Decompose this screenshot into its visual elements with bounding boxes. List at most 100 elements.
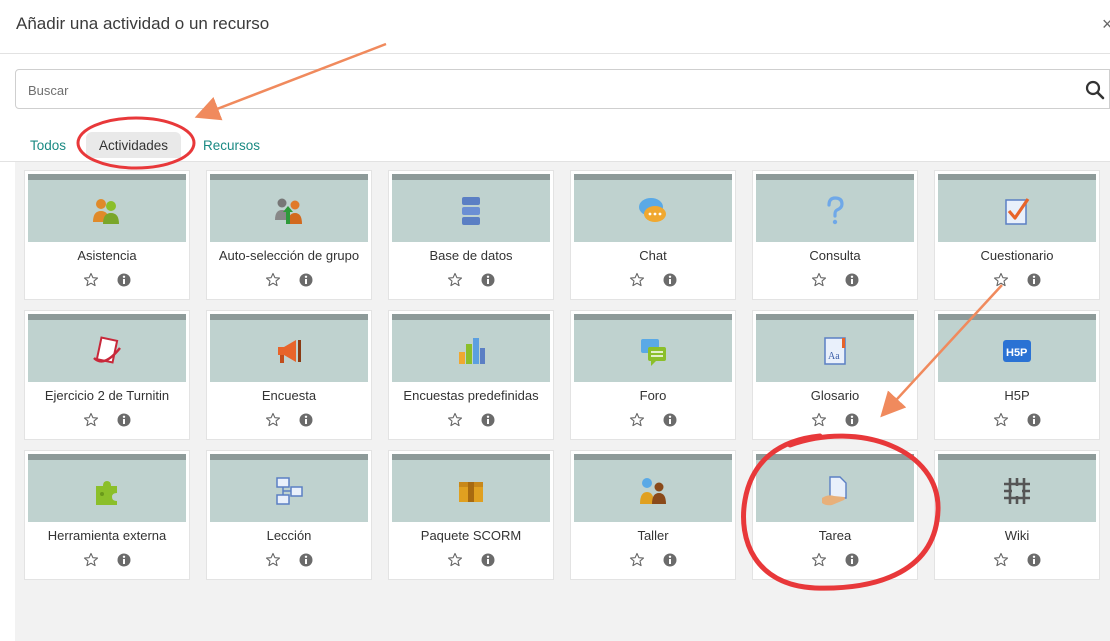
activity-card-paquete-scorm[interactable]: Paquete SCORM xyxy=(388,450,554,580)
card-header xyxy=(392,454,550,522)
star-icon[interactable] xyxy=(629,272,645,288)
close-icon[interactable]: × xyxy=(1102,14,1110,35)
activity-card-encuestas-predefinidas[interactable]: Encuestas predefinidas xyxy=(388,310,554,440)
info-icon[interactable] xyxy=(298,272,314,288)
info-icon[interactable] xyxy=(844,412,860,428)
card-label: Herramienta externa xyxy=(47,528,167,543)
activity-card-leccion[interactable]: Lección xyxy=(206,450,372,580)
card-header xyxy=(28,174,186,242)
search-input[interactable] xyxy=(26,78,1070,102)
dialog-header: Añadir una actividad o un recurso × xyxy=(0,0,1110,54)
card-label: Taller xyxy=(637,528,669,543)
star-icon[interactable] xyxy=(811,272,827,288)
star-icon[interactable] xyxy=(265,272,281,288)
activity-card-auto-seleccion-de-grupo[interactable]: Auto-selección de grupo xyxy=(206,170,372,300)
info-icon[interactable] xyxy=(298,412,314,428)
card-header: H5P xyxy=(938,314,1096,382)
search-icon[interactable] xyxy=(1085,80,1105,100)
activity-card-glosario[interactable]: Aa Glosario xyxy=(752,310,918,440)
info-icon[interactable] xyxy=(480,552,496,568)
card-actions xyxy=(753,412,917,430)
activity-card-taller[interactable]: Taller xyxy=(570,450,736,580)
tab-todos[interactable]: Todos xyxy=(30,132,66,158)
info-icon[interactable] xyxy=(480,272,496,288)
star-icon[interactable] xyxy=(811,552,827,568)
info-icon[interactable] xyxy=(662,412,678,428)
star-icon[interactable] xyxy=(83,272,99,288)
info-icon[interactable] xyxy=(662,272,678,288)
card-label: Ejercicio 2 de Turnitin xyxy=(44,388,170,403)
activity-card-herramienta-externa[interactable]: Herramienta externa xyxy=(24,450,190,580)
star-icon[interactable] xyxy=(447,412,463,428)
card-label: Asistencia xyxy=(77,248,137,263)
tab-recursos[interactable]: Recursos xyxy=(203,132,260,158)
star-icon[interactable] xyxy=(265,412,281,428)
card-header xyxy=(392,174,550,242)
card-header xyxy=(938,454,1096,522)
choice-icon xyxy=(827,196,844,225)
activity-card-asistencia[interactable]: Asistencia xyxy=(24,170,190,300)
activity-card-chat[interactable]: Chat xyxy=(570,170,736,300)
card-label: Tarea xyxy=(818,528,852,543)
tab-actividades[interactable]: Actividades xyxy=(86,132,182,158)
star-icon[interactable] xyxy=(993,412,1009,428)
info-icon[interactable] xyxy=(116,272,132,288)
card-header xyxy=(210,454,368,522)
info-icon[interactable] xyxy=(298,552,314,568)
activity-card-wiki[interactable]: Wiki xyxy=(934,450,1100,580)
star-icon[interactable] xyxy=(83,412,99,428)
info-icon[interactable] xyxy=(662,552,678,568)
card-actions xyxy=(207,412,371,430)
activity-card-h5p[interactable]: H5P H5P xyxy=(934,310,1100,440)
star-icon[interactable] xyxy=(993,552,1009,568)
star-icon[interactable] xyxy=(83,552,99,568)
card-header xyxy=(938,174,1096,242)
card-actions xyxy=(389,412,553,430)
card-label: Paquete SCORM xyxy=(420,528,522,543)
star-icon[interactable] xyxy=(811,412,827,428)
card-header xyxy=(574,314,732,382)
card-label: Foro xyxy=(639,388,667,403)
info-icon[interactable] xyxy=(1026,552,1042,568)
workshop-icon xyxy=(640,478,666,504)
activity-card-base-de-datos[interactable]: Base de datos xyxy=(388,170,554,300)
activity-card-foro[interactable]: Foro xyxy=(570,310,736,440)
activity-card-consulta[interactable]: Consulta xyxy=(752,170,918,300)
card-actions xyxy=(571,552,735,570)
activity-card-tarea[interactable]: Tarea xyxy=(752,450,918,580)
card-header xyxy=(574,174,732,242)
star-icon[interactable] xyxy=(265,552,281,568)
info-icon[interactable] xyxy=(1026,412,1042,428)
assignment-icon xyxy=(822,476,847,506)
info-icon[interactable] xyxy=(480,412,496,428)
card-actions xyxy=(935,552,1099,570)
activity-card-encuesta[interactable]: Encuesta xyxy=(206,310,372,440)
activity-card-ejercicio-2-de-turnitin[interactable]: Ejercicio 2 de Turnitin xyxy=(24,310,190,440)
card-label: Encuesta xyxy=(261,388,317,403)
star-icon[interactable] xyxy=(629,552,645,568)
card-header xyxy=(392,314,550,382)
card-label: Base de datos xyxy=(429,248,513,263)
wiki-icon xyxy=(1004,478,1030,504)
star-icon[interactable] xyxy=(447,272,463,288)
activity-card-cuestionario[interactable]: Cuestionario xyxy=(934,170,1100,300)
quiz-icon xyxy=(1005,198,1030,225)
info-icon[interactable] xyxy=(844,552,860,568)
info-icon[interactable] xyxy=(844,272,860,288)
svg-text:H5P: H5P xyxy=(1006,347,1027,359)
card-actions xyxy=(571,272,735,290)
star-icon[interactable] xyxy=(629,412,645,428)
info-icon[interactable] xyxy=(116,412,132,428)
megaphone-icon xyxy=(278,340,301,363)
info-icon[interactable] xyxy=(116,552,132,568)
info-icon[interactable] xyxy=(1026,272,1042,288)
card-actions xyxy=(25,272,189,290)
card-actions xyxy=(25,552,189,570)
activity-grid: Asistencia Auto-selección de grupo Base … xyxy=(15,162,1110,641)
card-label: Lección xyxy=(266,528,312,543)
card-actions xyxy=(207,552,371,570)
star-icon[interactable] xyxy=(993,272,1009,288)
star-icon[interactable] xyxy=(447,552,463,568)
card-header xyxy=(574,454,732,522)
card-actions xyxy=(389,552,553,570)
